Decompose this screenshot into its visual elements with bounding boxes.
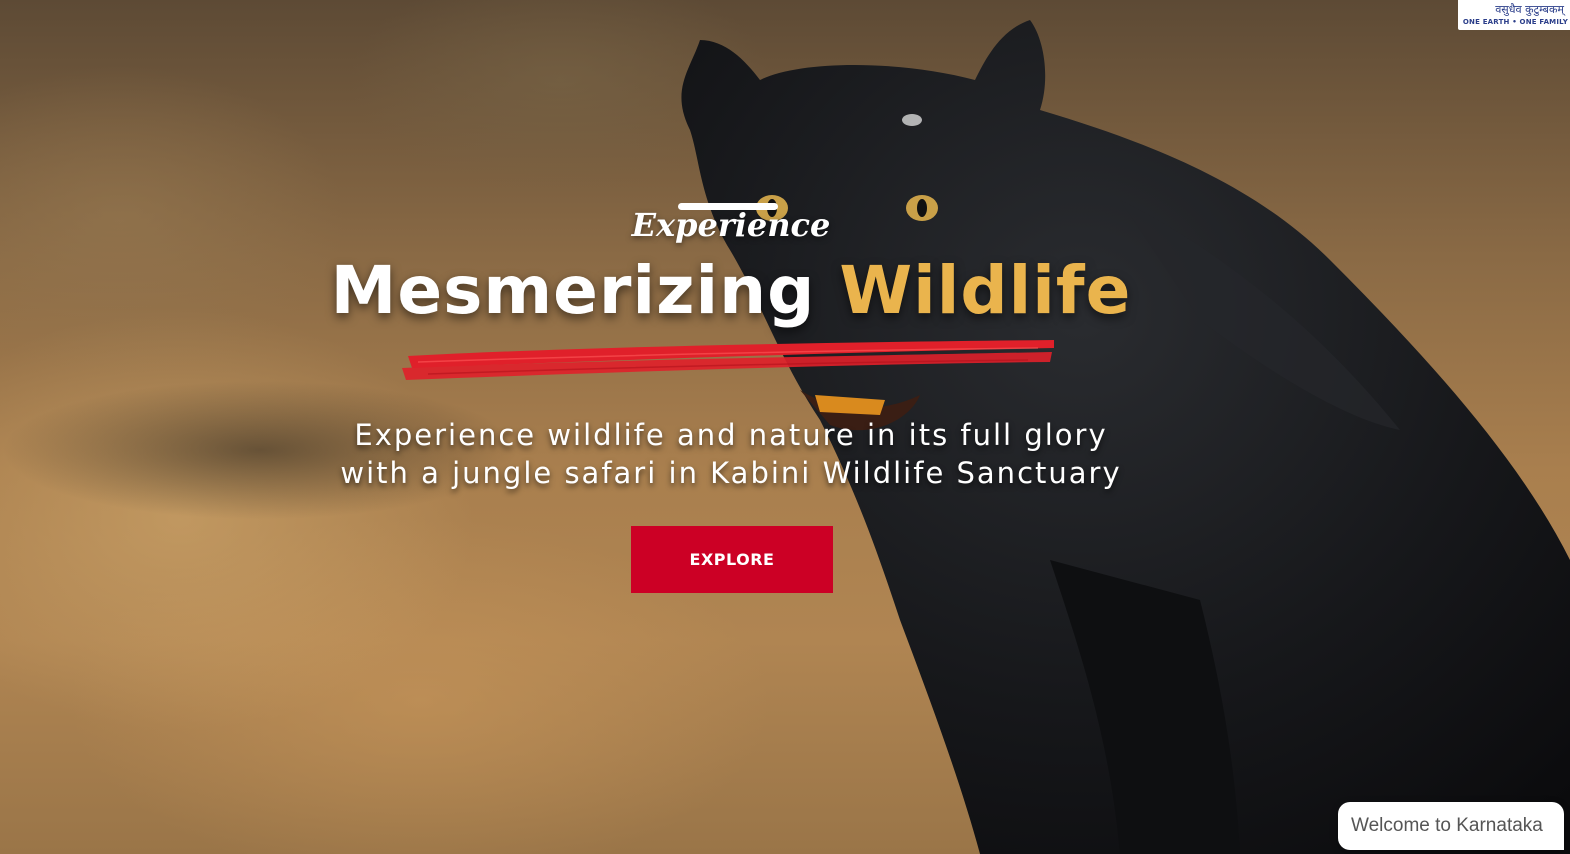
explore-button[interactable]: EXPLORE bbox=[631, 526, 833, 593]
hero-section: वसुधैव कुटुम्बकम् ONE EARTH • ONE FAMILY… bbox=[0, 0, 1570, 854]
headline-main-text: Mesmerizing bbox=[330, 252, 840, 329]
headline-accent-text: Wildlife bbox=[839, 252, 1132, 329]
red-brush-stroke bbox=[402, 340, 1054, 380]
hero-subtitle: Experience wildlife and nature in its fu… bbox=[0, 416, 1462, 492]
hero-kicker: Experience bbox=[631, 206, 831, 244]
chat-greeting-text: Welcome to Karnataka bbox=[1351, 815, 1543, 836]
subtitle-line-2: with a jungle safari in Kabini Wildlife … bbox=[340, 456, 1122, 490]
subtitle-line-1: Experience wildlife and nature in its fu… bbox=[354, 418, 1108, 452]
hero-headline: Mesmerizing Wildlife bbox=[0, 252, 1462, 329]
logo-top-text: वसुधैव कुटुम्बकम् bbox=[1495, 3, 1564, 16]
one-earth-one-family-logo[interactable]: वसुधैव कुटुम्बकम् ONE EARTH • ONE FAMILY bbox=[1458, 0, 1570, 30]
logo-bottom-text: ONE EARTH • ONE FAMILY bbox=[1462, 18, 1568, 26]
chat-greeting-bubble[interactable]: Welcome to Karnataka bbox=[1338, 802, 1564, 850]
